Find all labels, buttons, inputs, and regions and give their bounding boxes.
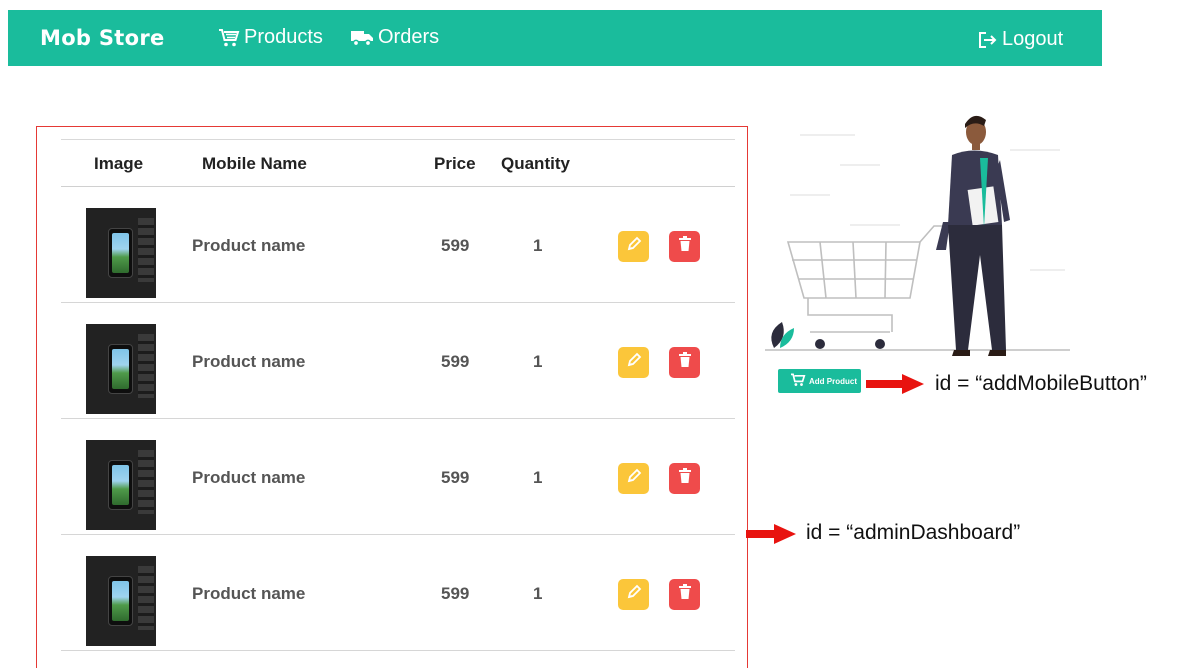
- navbar: Mob Store Products Orders Logout: [8, 10, 1102, 66]
- nav-orders-link[interactable]: Orders: [350, 26, 439, 49]
- edit-button[interactable]: [618, 347, 649, 378]
- delete-button[interactable]: [669, 579, 700, 610]
- product-image: [86, 208, 156, 298]
- cart-icon: [790, 373, 806, 389]
- edit-button[interactable]: [618, 231, 649, 262]
- column-header-quantity: Quantity: [501, 154, 570, 173]
- product-quantity: 1: [533, 584, 543, 603]
- column-header-image: Image: [94, 154, 144, 173]
- delete-button[interactable]: [669, 347, 700, 378]
- product-quantity: 1: [533, 352, 543, 371]
- logout-link[interactable]: Logout: [978, 28, 1063, 51]
- trash-icon: [678, 236, 692, 257]
- pencil-icon: [626, 468, 642, 489]
- table-header: Image Mobile Name Price Quantity: [61, 140, 735, 187]
- pencil-icon: [626, 236, 642, 257]
- product-name: Product name: [192, 468, 306, 487]
- annotation-arrow: [866, 374, 924, 394]
- product-price: 599: [441, 352, 470, 371]
- product-quantity: 1: [533, 468, 543, 487]
- trash-icon: [678, 352, 692, 373]
- column-header-price: Price: [434, 154, 476, 173]
- truck-icon: [350, 29, 374, 47]
- add-product-button[interactable]: Add Product: [778, 369, 861, 393]
- delete-button[interactable]: [669, 231, 700, 262]
- product-image: [86, 556, 156, 646]
- table-row: Product name 599 1: [61, 187, 735, 303]
- pencil-icon: [626, 584, 642, 605]
- pencil-icon: [626, 352, 642, 373]
- product-image: [86, 440, 156, 530]
- product-name: Product name: [192, 352, 306, 371]
- product-quantity: 1: [533, 236, 543, 255]
- column-header-mobile-name: Mobile Name: [202, 154, 307, 173]
- logout-label: Logout: [1002, 28, 1064, 50]
- nav-orders-label: Orders: [378, 26, 440, 48]
- shopping-cart-illustration: [765, 115, 1070, 356]
- annotation-admin-dashboard: id = “adminDashboard”: [806, 521, 1021, 544]
- product-image: [86, 324, 156, 414]
- product-price: 599: [441, 468, 470, 487]
- product-price: 599: [441, 236, 470, 255]
- edit-button[interactable]: [618, 463, 649, 494]
- product-name: Product name: [192, 236, 306, 255]
- add-product-label: Add Product: [809, 376, 857, 386]
- trash-icon: [678, 584, 692, 605]
- nav-products-label: Products: [244, 26, 323, 48]
- table-row: Product name 599 1: [61, 303, 735, 419]
- brand-logo[interactable]: Mob Store: [40, 26, 165, 50]
- nav-products-link[interactable]: Products: [218, 26, 323, 49]
- edit-button[interactable]: [618, 579, 649, 610]
- product-name: Product name: [192, 584, 306, 603]
- cart-icon: [218, 28, 240, 48]
- logout-icon: [978, 31, 998, 49]
- product-price: 599: [441, 584, 470, 603]
- annotation-arrow: [746, 524, 796, 544]
- table-row: Product name 599 1: [61, 419, 735, 535]
- trash-icon: [678, 468, 692, 489]
- delete-button[interactable]: [669, 463, 700, 494]
- admin-dashboard: Image Mobile Name Price Quantity Product…: [36, 126, 748, 668]
- table-row: Product name 599 1: [61, 535, 735, 651]
- annotation-add-mobile-button: id = “addMobileButton”: [935, 372, 1147, 395]
